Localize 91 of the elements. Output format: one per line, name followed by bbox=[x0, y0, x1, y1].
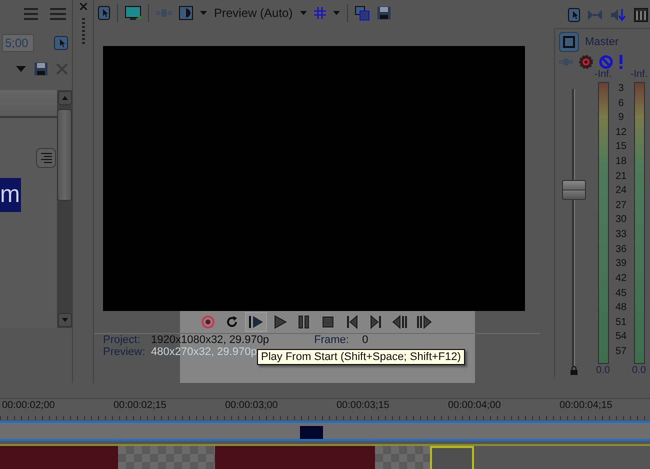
frame-value: 0 bbox=[362, 334, 368, 346]
time-label: 00:00:03;00 bbox=[225, 399, 279, 413]
scale-label: 57 bbox=[614, 346, 628, 357]
video-track[interactable] bbox=[0, 421, 650, 441]
scale-label: 18 bbox=[614, 156, 628, 168]
speaker-down-icon[interactable] bbox=[610, 8, 626, 22]
video-clip[interactable] bbox=[300, 426, 323, 439]
overlay-icon[interactable] bbox=[179, 6, 193, 20]
scale-label: 36 bbox=[614, 244, 628, 255]
properties-icon[interactable] bbox=[98, 6, 110, 20]
scale-label: 42 bbox=[614, 272, 628, 284]
scale-label: 21 bbox=[614, 170, 628, 182]
scroll-down-icon[interactable] bbox=[58, 313, 72, 327]
timeline-ruler[interactable]: 00:00:02;00 00:00:02;15 00:00:03;00 00:00:03;15 00:00:04;00 00:00:04;15 bbox=[0, 398, 650, 420]
skip-back-icon bbox=[346, 315, 358, 329]
peak-readout: -Inf. bbox=[594, 69, 612, 81]
scale-label: 6 bbox=[617, 98, 625, 109]
exclamation-icon[interactable] bbox=[619, 55, 623, 69]
transparent-clip[interactable] bbox=[375, 446, 430, 469]
scale-label: 24 bbox=[614, 185, 628, 196]
grid-icon[interactable] bbox=[314, 7, 326, 19]
scale-label: 9 bbox=[617, 112, 625, 124]
mixer-icon[interactable] bbox=[634, 8, 648, 22]
preview-quality-dropdown[interactable]: Preview (Auto) bbox=[214, 6, 293, 20]
time-label: 00:00:04;15 bbox=[560, 399, 614, 413]
preview-label: Preview: bbox=[103, 346, 146, 358]
dropdown-arrow-icon[interactable] bbox=[332, 11, 340, 15]
level-readout: 0.0 bbox=[632, 365, 646, 377]
dropdown-arrow-icon[interactable] bbox=[300, 11, 307, 15]
tooltip: Play From Start (Shift+Space; Shift+F12) bbox=[257, 349, 465, 365]
scale-label: 30 bbox=[614, 214, 628, 226]
align-right-icon[interactable] bbox=[36, 148, 56, 168]
monitor-icon[interactable] bbox=[125, 6, 141, 20]
scale-label: 51 bbox=[614, 316, 628, 328]
volume-fader[interactable] bbox=[562, 180, 586, 200]
lock-icon[interactable] bbox=[570, 366, 578, 375]
scale-label: 48 bbox=[614, 302, 628, 314]
save-icon[interactable] bbox=[34, 62, 48, 76]
properties-icon[interactable] bbox=[568, 8, 580, 22]
master-bus-icon[interactable] bbox=[559, 32, 579, 52]
save-icon[interactable] bbox=[376, 6, 391, 20]
skip-forward-icon bbox=[370, 315, 382, 329]
list-view-icon[interactable] bbox=[24, 6, 38, 22]
close-icon[interactable] bbox=[56, 63, 68, 75]
play-icon bbox=[273, 315, 287, 329]
grid-view-icon[interactable] bbox=[50, 6, 66, 22]
time-label: 00:00:02;15 bbox=[114, 399, 168, 413]
time-field[interactable]: 5;00 bbox=[2, 34, 34, 52]
transparent-clip[interactable] bbox=[118, 446, 215, 469]
level-readout: 0.0 bbox=[596, 365, 610, 377]
record-icon bbox=[201, 315, 215, 329]
grip-icon[interactable] bbox=[82, 18, 84, 44]
project-value: 1920x1080x32, 29.970p bbox=[151, 334, 270, 346]
scale-label: 15 bbox=[614, 141, 628, 152]
play-from-start-icon bbox=[248, 315, 264, 329]
cursor-icon[interactable] bbox=[54, 36, 68, 50]
scale-label: 33 bbox=[614, 229, 628, 240]
scale-label: 3 bbox=[617, 83, 625, 94]
panel-header bbox=[0, 90, 57, 118]
time-label: 00:00:04;00 bbox=[448, 399, 502, 413]
mute-icon[interactable] bbox=[599, 55, 613, 69]
close-icon[interactable] bbox=[80, 3, 86, 10]
scroll-thumb[interactable] bbox=[57, 109, 72, 201]
loop-icon bbox=[225, 315, 239, 329]
dropdown-arrow-icon[interactable] bbox=[16, 66, 26, 72]
preview-value: 480x270x32, 29.970p bbox=[151, 346, 257, 358]
transport-button[interactable] bbox=[245, 312, 267, 332]
next-frame-icon bbox=[416, 315, 432, 329]
dropdown-arrow-icon[interactable] bbox=[200, 11, 207, 15]
scrollbar[interactable] bbox=[57, 90, 72, 328]
stop-icon bbox=[322, 316, 334, 328]
scale-label: 54 bbox=[614, 331, 628, 342]
bus-title: Master bbox=[585, 36, 619, 48]
track-lane[interactable] bbox=[0, 444, 650, 469]
scroll-up-icon[interactable] bbox=[58, 91, 72, 105]
copy-snapshot-icon[interactable] bbox=[354, 6, 370, 20]
scale-label: 39 bbox=[614, 258, 628, 270]
time-label: 00:00:03;15 bbox=[336, 399, 390, 413]
peak-readout: -Inf. bbox=[630, 69, 648, 81]
downmix-icon[interactable] bbox=[588, 9, 602, 21]
project-label: Project: bbox=[103, 334, 142, 346]
time-label: 00:00:02;00 bbox=[2, 399, 56, 413]
scale-label: 45 bbox=[614, 288, 628, 299]
scale-label: 27 bbox=[614, 200, 628, 211]
selected-text: m bbox=[0, 178, 21, 212]
frame-label: Frame: bbox=[314, 334, 350, 346]
scale-label: 12 bbox=[614, 126, 628, 138]
selected-clip[interactable] bbox=[430, 446, 474, 469]
pause-icon bbox=[298, 315, 310, 329]
previous-frame-icon bbox=[392, 315, 408, 329]
fx-gear-icon[interactable] bbox=[579, 55, 593, 69]
